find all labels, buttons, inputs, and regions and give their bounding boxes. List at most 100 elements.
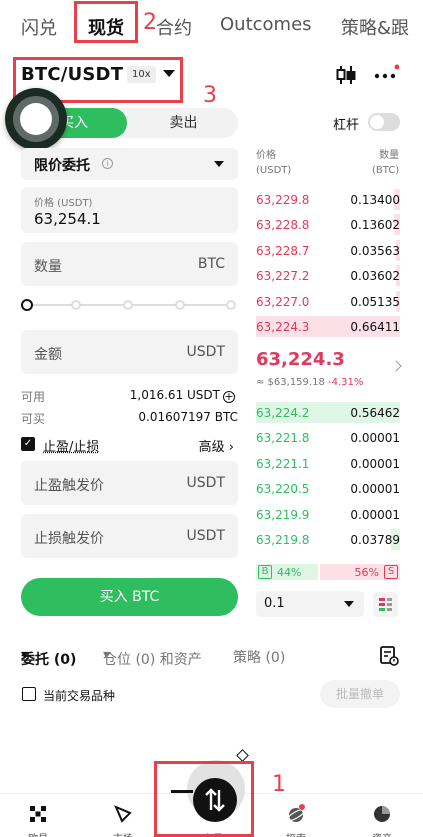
slider-handle[interactable] [21,299,33,311]
tab-open-orders-label: 委托 (0) [21,649,76,669]
ask-row[interactable]: 63,229.8 0.13400 [256,187,400,212]
last-price-sub: ≈ $63,159.18 -4.31% [256,377,363,388]
order-type-select[interactable]: 限价委托 i [21,148,238,180]
price-header-line2: (USDT) [256,163,291,178]
bid-qty: 0.00001 [350,482,400,496]
price-value: 63,254.1 [34,210,101,228]
quantity-input[interactable]: 数量 BTC [21,242,238,286]
bid-row[interactable]: 63,219.9 0.00001 [256,502,400,527]
add-funds-icon[interactable]: + [223,391,235,403]
ask-qty: 0.13602 [350,218,400,232]
last-price[interactable]: 63,224.3 [256,349,345,370]
bid-qty: 0.00001 [350,431,400,445]
take-profit-input[interactable]: 止盈触发价 USDT [21,461,238,505]
available-value-wrap: 1,016.61 USDT + [130,388,235,403]
qty-header-line1: 数量 [372,148,399,163]
annotation-number-2: 2 [143,10,157,35]
bid-qty: 0.00001 [350,508,400,522]
tab-strategies[interactable]: 策略&跟 [341,14,409,40]
ask-price: 63,229.8 [256,193,309,207]
ask-price: 63,228.8 [256,218,309,232]
ask-qty: 0.05135 [350,295,400,309]
more-options-icon[interactable] [373,64,399,86]
nav-assets[interactable]: 资产 [352,794,412,837]
buyable-value: 0.01607197 BTC [138,410,238,424]
annotation-number-3: 3 [203,83,217,108]
nav-discover-label: 探索 [266,830,326,837]
market-icon [113,804,133,824]
order-type-value: 限价委托 [34,155,90,175]
floating-assistant-button[interactable] [5,88,67,150]
chevron-down-icon [344,601,354,607]
bid-row[interactable]: 63,221.8 0.00001 [256,425,400,450]
orderbook-price-header: 价格 (USDT) [256,148,291,178]
slider-mark-100[interactable] [226,300,236,310]
ask-qty: 0.03563 [350,244,400,258]
chevron-right-icon[interactable] [390,360,401,371]
buyable-row: 可买 0.01607197 BTC [21,410,238,427]
current-pair-label: 当前交易品种 [43,687,115,704]
tab-swap[interactable]: 闪兑 [21,14,57,40]
bid-price: 63,221.8 [256,431,309,445]
price-label: 价格 (USDT) [34,194,92,209]
tab-open-orders[interactable]: 委托 (0) ▾ [21,647,28,663]
stop-loss-label: 止损触发价 [34,528,104,548]
tab-positions-label: 仓位 (0) 和资产 [103,649,202,669]
bid-row[interactable]: 63,219.8 0.03789 [256,527,400,552]
stop-loss-input[interactable]: 止损触发价 USDT [21,514,238,558]
buy-btc-button[interactable]: 买入 BTC [21,578,238,616]
info-icon[interactable]: i [102,158,113,169]
tpsl-checkbox[interactable]: ✓ [21,437,35,451]
price-header-line1: 价格 [256,148,291,163]
sell-tab[interactable]: 卖出 [129,108,238,138]
amount-label: 金额 [34,344,62,364]
current-pair-checkbox[interactable] [22,687,36,701]
depth-step-value: 0.1 [264,596,285,611]
bid-row[interactable]: 63,221.1 0.00001 [256,451,400,476]
orderbook-qty-header: 数量 (BTC) [372,148,399,178]
bid-qty: 0.56462 [350,406,400,420]
qty-header-line2: (BTC) [372,163,399,178]
orderbook-layout-icon[interactable] [373,592,398,617]
ask-price: 63,224.3 [256,320,309,334]
bid-price: 63,220.5 [256,482,309,496]
amount-input[interactable]: 金额 USDT [21,330,238,374]
slider-mark-50[interactable] [123,300,133,310]
nav-home[interactable]: 欧易 [8,794,68,837]
batch-cancel-button[interactable]: 批量撤单 [320,680,400,708]
sell-tag: S [384,565,398,579]
top-tabs: 闪兑 现货 合约 Outcomes 策略&跟 [0,0,423,52]
home-icon [28,804,48,824]
switch-knob [370,115,384,129]
ask-row[interactable]: 63,224.3 0.66411 [256,314,400,339]
leverage-switch[interactable] [368,113,400,131]
candlestick-chart-icon[interactable] [335,64,357,86]
advanced-options-link[interactable]: 高级 › [199,436,234,455]
ask-row[interactable]: 63,227.2 0.03602 [256,263,400,288]
nav-market[interactable]: 市场 [93,794,153,837]
available-value: 1,016.61 USDT [130,388,220,402]
percentage-slider[interactable] [21,299,238,311]
price-input[interactable]: 价格 (USDT) 63,254.1 [21,187,238,233]
nav-market-label: 市场 [93,830,153,837]
assets-icon [372,804,392,824]
quantity-unit: BTC [198,256,225,272]
ask-price: 63,227.0 [256,295,309,309]
ask-row[interactable]: 63,227.0 0.05135 [256,289,400,314]
nav-home-label: 欧易 [8,830,68,837]
tab-outcomes[interactable]: Outcomes [220,14,312,35]
slider-mark-75[interactable] [175,300,185,310]
tab-futures[interactable]: 合约 [156,14,192,40]
depth-step-select[interactable]: 0.1 [256,591,364,617]
order-history-icon[interactable] [379,646,399,666]
ask-row[interactable]: 63,228.8 0.13602 [256,212,400,237]
bid-row[interactable]: 63,224.2 0.56462 [256,400,400,425]
tab-positions[interactable]: 仓位 (0) 和资产 ▾ [103,647,110,663]
available-row: 可用 1,016.61 USDT + [21,388,238,405]
tab-strategies-orders[interactable]: 策略 (0) [233,647,285,667]
nav-assets-label: 资产 [352,830,412,837]
nav-discover[interactable]: 探索 [266,794,326,837]
bid-row[interactable]: 63,220.5 0.00001 [256,476,400,501]
ask-row[interactable]: 63,228.7 0.03563 [256,238,400,263]
slider-mark-25[interactable] [71,300,81,310]
